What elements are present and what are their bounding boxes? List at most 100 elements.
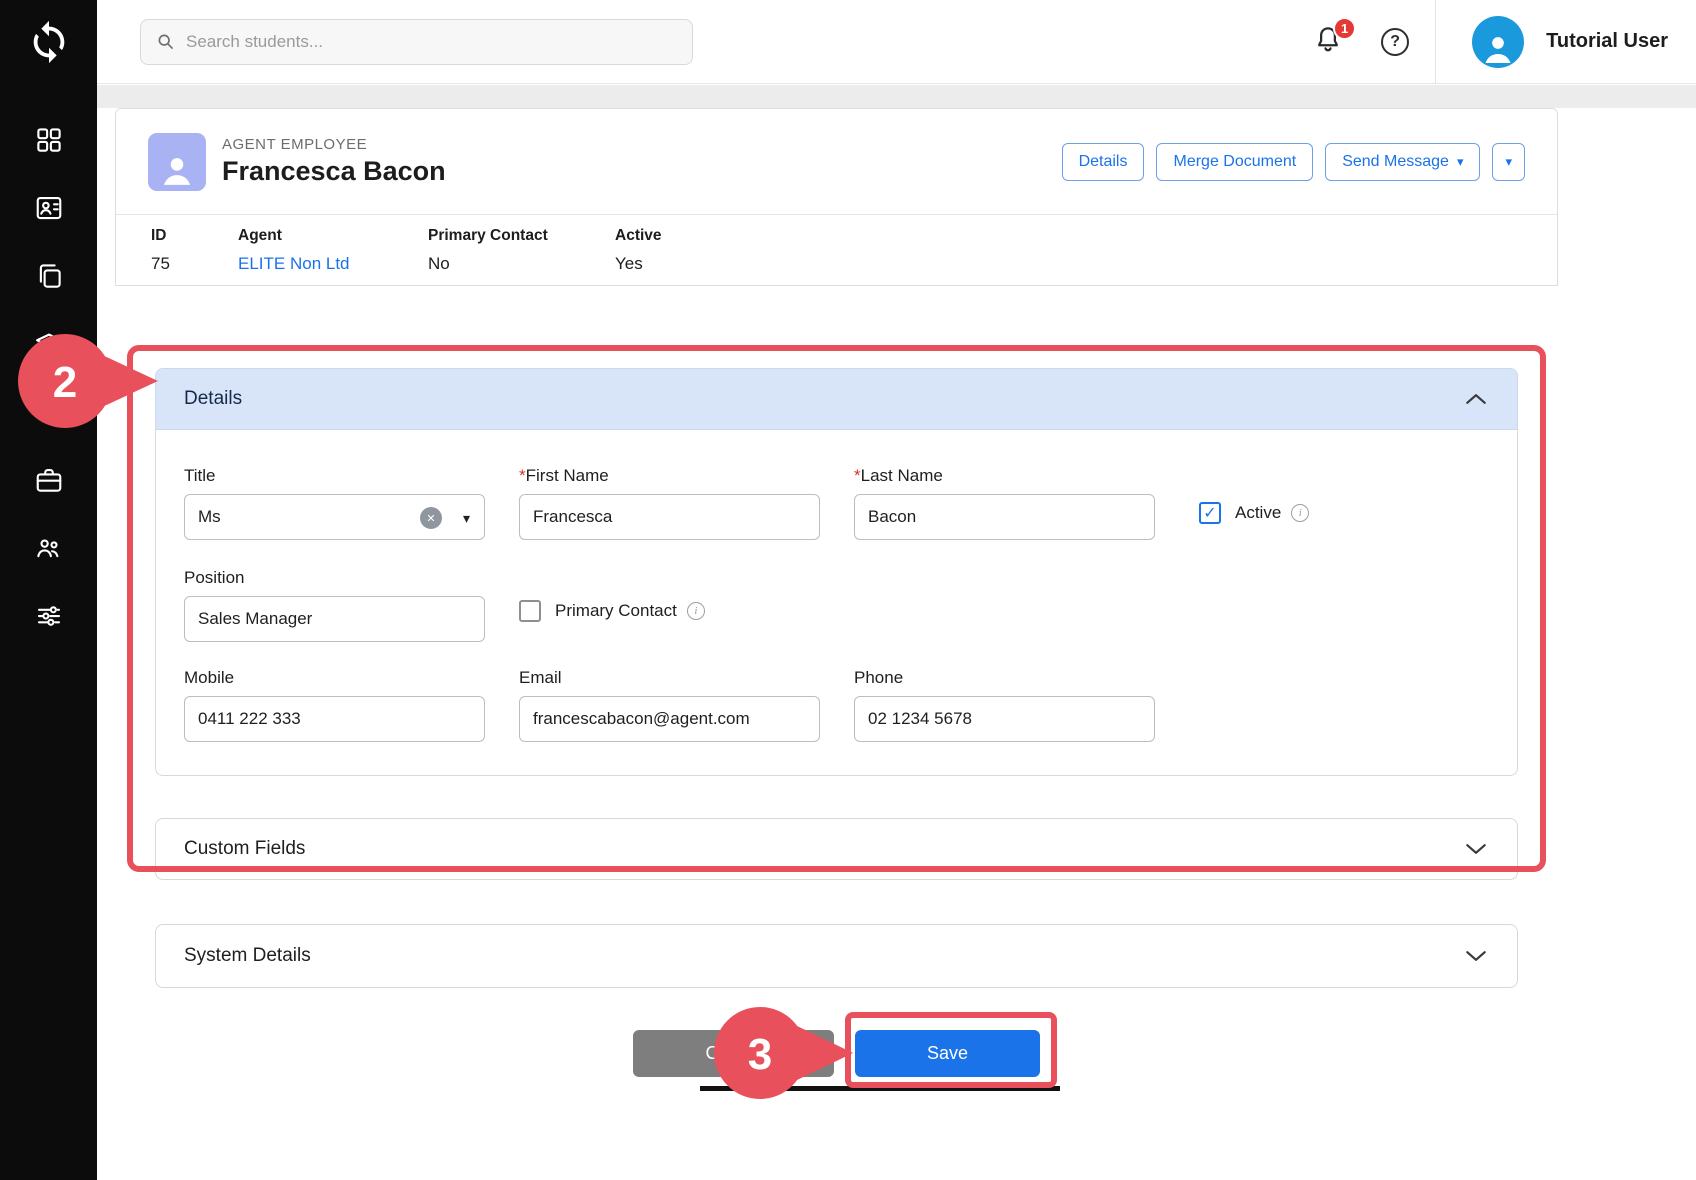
dashboard-icon bbox=[34, 125, 64, 155]
active-label: Active bbox=[1235, 503, 1281, 523]
position-label: Position bbox=[184, 568, 485, 588]
meta-id: ID 75 bbox=[151, 227, 170, 274]
phone-input[interactable] bbox=[854, 696, 1155, 742]
notifications-button[interactable]: 1 bbox=[1313, 24, 1347, 60]
caret-down-icon[interactable]: ▾ bbox=[463, 510, 470, 527]
mobile-field: Mobile bbox=[184, 668, 485, 742]
screen: 1 ? Tutorial User AGENT EMPLOYEE Frances… bbox=[0, 0, 1696, 1180]
custom-fields-title: Custom Fields bbox=[184, 838, 305, 860]
first-name-input[interactable] bbox=[519, 494, 820, 540]
last-name-field: *Last Name bbox=[854, 466, 1155, 540]
email-label: Email bbox=[519, 668, 820, 688]
sidebar bbox=[0, 0, 97, 1180]
primary-contact-checkbox[interactable] bbox=[519, 600, 541, 622]
documents-icon bbox=[34, 261, 64, 291]
briefcase-icon bbox=[34, 465, 64, 495]
record-actions: Details Merge Document Send Message▾ ▾ bbox=[1062, 143, 1525, 181]
user-avatar[interactable] bbox=[1472, 16, 1524, 68]
system-details-title: System Details bbox=[184, 945, 311, 967]
required-asterisk: * bbox=[854, 466, 861, 485]
system-details-accordion[interactable]: System Details bbox=[155, 924, 1518, 988]
cancel-button[interactable]: Cancel bbox=[633, 1030, 834, 1077]
primary-contact-label: Primary Contact bbox=[555, 601, 677, 621]
topbar-actions: 1 ? Tutorial User bbox=[1313, 0, 1668, 84]
topbar: 1 ? Tutorial User bbox=[97, 0, 1696, 84]
caret-down-icon: ▾ bbox=[1457, 155, 1464, 168]
record-titles: AGENT EMPLOYEE Francesca Bacon bbox=[222, 136, 446, 187]
custom-fields-accordion[interactable]: Custom Fields bbox=[155, 818, 1518, 880]
details-form: Title Ms ✕ ▾ *First Name *Last Name ✓ Ac… bbox=[155, 430, 1518, 776]
meta-active: Active Yes bbox=[615, 227, 662, 274]
details-accordion-header[interactable]: Details bbox=[155, 368, 1518, 430]
title-field: Title Ms ✕ ▾ bbox=[184, 466, 485, 540]
chevron-down-icon bbox=[1465, 843, 1487, 855]
meta-label: Agent bbox=[238, 227, 350, 245]
mobile-input[interactable] bbox=[184, 696, 485, 742]
meta-label: ID bbox=[151, 227, 170, 245]
required-asterisk: * bbox=[519, 466, 526, 485]
user-name[interactable]: Tutorial User bbox=[1546, 30, 1668, 53]
meta-label: Active bbox=[615, 227, 662, 245]
person-icon bbox=[1478, 28, 1518, 68]
clear-icon[interactable]: ✕ bbox=[420, 507, 442, 529]
logo-icon bbox=[26, 19, 72, 65]
topbar-divider bbox=[1435, 0, 1436, 84]
email-field: Email bbox=[519, 668, 820, 742]
title-select-value: Ms bbox=[198, 507, 221, 527]
search-box[interactable] bbox=[140, 19, 693, 65]
question-icon: ? bbox=[1390, 33, 1400, 51]
sidebar-item-services[interactable] bbox=[0, 446, 97, 514]
send-message-button[interactable]: Send Message▾ bbox=[1325, 143, 1480, 181]
sidebar-item-dashboard[interactable] bbox=[0, 106, 97, 174]
caret-down-icon: ▾ bbox=[1505, 155, 1512, 168]
people-icon bbox=[34, 533, 64, 563]
active-checkbox[interactable]: ✓ bbox=[1199, 502, 1221, 524]
search-icon bbox=[155, 31, 176, 52]
details-section: Details Title Ms ✕ ▾ *First Name *Last N… bbox=[155, 368, 1518, 776]
email-input[interactable] bbox=[519, 696, 820, 742]
title-label: Title bbox=[184, 466, 485, 486]
first-name-field: *First Name bbox=[519, 466, 820, 540]
person-icon bbox=[156, 149, 198, 191]
sidebar-item-products[interactable] bbox=[0, 378, 97, 446]
title-select[interactable]: Ms ✕ ▾ bbox=[184, 494, 485, 540]
mobile-label: Mobile bbox=[184, 668, 485, 688]
app-logo[interactable] bbox=[0, 0, 97, 84]
record-type-label: AGENT EMPLOYEE bbox=[222, 136, 446, 153]
info-icon[interactable]: i bbox=[1291, 504, 1309, 522]
merge-document-button[interactable]: Merge Document bbox=[1156, 143, 1313, 181]
help-button[interactable]: ? bbox=[1381, 28, 1409, 56]
chevron-up-icon bbox=[1465, 393, 1487, 405]
position-field: Position bbox=[184, 568, 485, 642]
agent-link[interactable]: ELITE Non Ltd bbox=[238, 254, 350, 274]
info-icon[interactable]: i bbox=[687, 602, 705, 620]
record-meta: ID 75 Agent ELITE Non Ltd Primary Contac… bbox=[116, 215, 1557, 285]
first-name-label: *First Name bbox=[519, 466, 820, 486]
meta-primary-contact: Primary Contact No bbox=[428, 227, 548, 274]
save-button[interactable]: Save bbox=[855, 1030, 1040, 1077]
meta-label: Primary Contact bbox=[428, 227, 548, 245]
sidebar-nav bbox=[0, 84, 97, 650]
phone-label: Phone bbox=[854, 668, 1155, 688]
primary-contact-checkbox-row: Primary Contact i bbox=[519, 600, 705, 622]
check-icon: ✓ bbox=[1203, 503, 1216, 523]
header-gap bbox=[97, 85, 1696, 108]
chevron-down-icon bbox=[1465, 950, 1487, 962]
sidebar-item-contacts[interactable] bbox=[0, 174, 97, 242]
sidebar-item-settings[interactable] bbox=[0, 582, 97, 650]
record-avatar bbox=[148, 133, 206, 191]
more-actions-button[interactable]: ▾ bbox=[1492, 143, 1525, 181]
sidebar-item-documents[interactable] bbox=[0, 242, 97, 310]
notification-badge: 1 bbox=[1333, 17, 1356, 40]
details-button[interactable]: Details bbox=[1062, 143, 1145, 181]
search-input[interactable] bbox=[186, 32, 678, 52]
sidebar-item-people[interactable] bbox=[0, 514, 97, 582]
graduation-cap-icon bbox=[34, 329, 64, 359]
last-name-input[interactable] bbox=[854, 494, 1155, 540]
details-section-title: Details bbox=[184, 388, 242, 410]
last-name-label: *Last Name bbox=[854, 466, 1155, 486]
position-input[interactable] bbox=[184, 596, 485, 642]
meta-value: No bbox=[428, 254, 548, 274]
sidebar-item-education[interactable] bbox=[0, 310, 97, 378]
contacts-icon bbox=[34, 193, 64, 223]
